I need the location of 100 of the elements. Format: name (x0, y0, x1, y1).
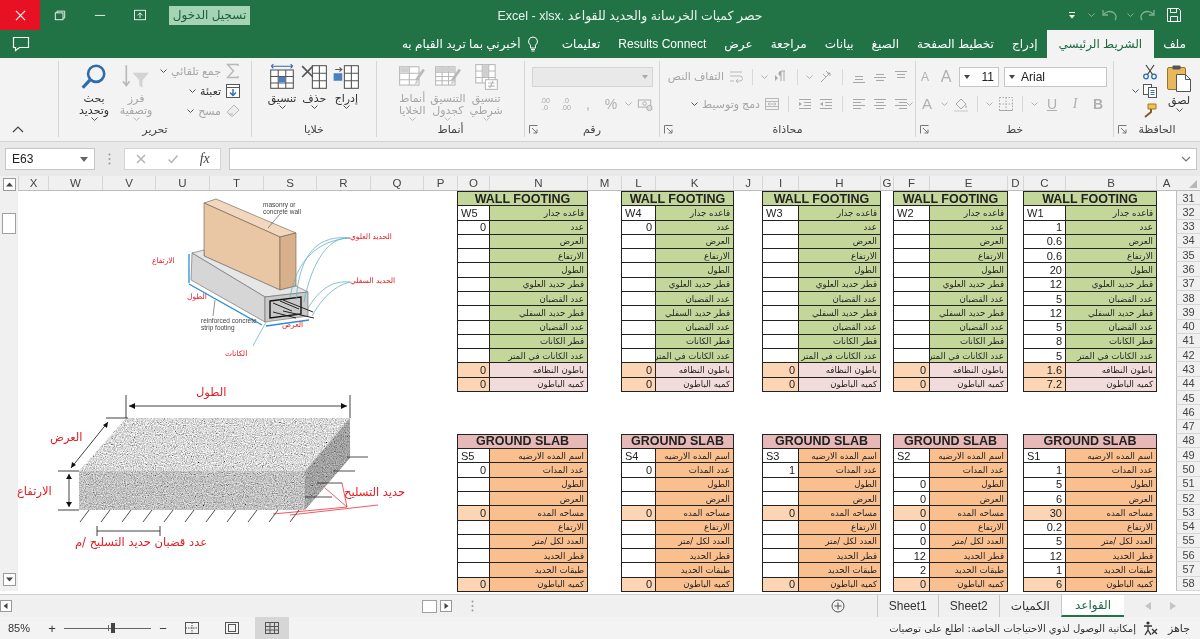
ribbon-tab[interactable]: إدراج (1002, 30, 1047, 58)
label-cell[interactable]: طبقات الحديد (798, 562, 881, 578)
label-cell[interactable]: عدد المدات (655, 462, 734, 478)
label-cell[interactable]: الطول (798, 262, 881, 278)
scroll-right-button[interactable] (440, 600, 452, 612)
column-header[interactable]: W (48, 176, 102, 190)
caret-icon[interactable] (310, 105, 318, 109)
label-cell[interactable]: عدد المدات (1065, 462, 1157, 478)
column-header[interactable]: V (102, 176, 155, 190)
insert-function-button[interactable]: fx (199, 151, 210, 167)
ribbon-tab[interactable]: عرض (715, 30, 762, 58)
save-icon[interactable] (1166, 7, 1182, 23)
column-header[interactable]: C (1023, 176, 1065, 190)
label-cell[interactable]: طبقات الحديد (1065, 562, 1157, 578)
dropdown-icon[interactable] (964, 74, 970, 79)
resize-handle-icon[interactable] (108, 153, 111, 165)
scrollbar-thumb[interactable] (2, 213, 16, 234)
column-header[interactable]: L (621, 176, 655, 190)
name-box[interactable]: E63 (5, 148, 95, 170)
label-cell[interactable]: طبقات الحديد (489, 562, 588, 578)
value-cell[interactable]: 0 (762, 362, 799, 378)
label-cell[interactable]: الطول (489, 262, 588, 278)
customize-toolbar-icon[interactable] (1068, 11, 1076, 19)
add-sheet-icon[interactable] (830, 599, 845, 613)
zoom-level[interactable]: 85% (8, 622, 31, 634)
label-cell[interactable]: عدد المدات (489, 462, 588, 478)
label-cell[interactable]: قاعده جدار (929, 205, 1008, 221)
caret-icon[interactable] (1132, 89, 1139, 93)
column-header[interactable]: E (929, 176, 1007, 190)
formula-input[interactable] (229, 148, 1197, 170)
dropdown-icon[interactable] (80, 156, 88, 162)
column-header[interactable]: K (655, 176, 733, 190)
label-cell[interactable]: باطون النظافه (798, 362, 881, 378)
ribbon-tab[interactable]: بيانات (815, 30, 863, 58)
format-cells-button[interactable]: تنسيق (267, 61, 297, 122)
label-cell[interactable]: قطر حديد السفلي (929, 305, 1008, 321)
ribbon-tab[interactable]: تعليمات (552, 30, 610, 58)
sign-in-button[interactable]: تسجيل الدخول (169, 5, 250, 25)
vertical-scrollbar[interactable] (0, 176, 18, 591)
copy-icon[interactable] (1142, 83, 1158, 99)
dialog-launcher-icon[interactable] (529, 125, 538, 134)
caret-icon[interactable] (90, 117, 98, 121)
column-header[interactable]: O (457, 176, 489, 190)
zoom-in-button[interactable]: + (46, 620, 59, 636)
ribbon-tab[interactable]: ملف (1154, 30, 1195, 58)
label-cell[interactable]: الطول (929, 262, 1008, 278)
delete-cells-button[interactable]: حذف (300, 61, 329, 122)
label-cell[interactable]: طبقات الحديد (655, 562, 734, 578)
label-cell[interactable]: قطر حديد السفلي (798, 305, 881, 321)
caret-icon[interactable] (342, 105, 350, 109)
find-select-button[interactable]: بحث وتحديد (76, 61, 113, 122)
column-header[interactable]: J (733, 176, 762, 190)
insert-cells-button[interactable]: إدراج (332, 61, 361, 122)
scroll-up-button[interactable] (2, 178, 16, 191)
label-cell[interactable]: باطون النظافه (1065, 362, 1157, 378)
column-header[interactable]: N (489, 176, 587, 190)
font-name-field[interactable]: Arial (1004, 66, 1107, 87)
ribbon-tab[interactable]: الشريط الرئيسي (1046, 30, 1155, 58)
collapse-ribbon-icon[interactable] (12, 126, 24, 133)
label-cell[interactable]: طبقات الحديد (929, 562, 1008, 578)
column-header[interactable]: M (587, 176, 621, 190)
caret-icon[interactable] (1175, 108, 1183, 112)
scrollbar-thumb[interactable] (422, 599, 437, 613)
column-header[interactable]: T (209, 176, 263, 190)
scroll-down-button[interactable] (2, 573, 16, 586)
column-header[interactable]: D (1007, 176, 1023, 190)
value-cell[interactable]: 0 (621, 362, 656, 378)
dialog-launcher-icon[interactable] (664, 125, 673, 134)
label-cell[interactable]: الطول (1065, 262, 1157, 278)
value-cell[interactable]: 0 (893, 362, 930, 378)
sheet-tab[interactable]: القواعد (1060, 595, 1124, 617)
fill-button[interactable]: تعبئة (160, 83, 241, 99)
label-cell[interactable]: قطر حديد السفلي (489, 305, 588, 321)
column-header[interactable]: P (423, 176, 457, 190)
paintbrush-icon[interactable] (1142, 102, 1158, 118)
column-header[interactable]: Q (370, 176, 423, 190)
checkmark-icon[interactable] (167, 153, 180, 165)
label-cell[interactable]: باطون النظافه (655, 362, 734, 378)
resize-handle-icon[interactable] (471, 600, 474, 612)
zoom-slider-thumb[interactable] (110, 623, 115, 633)
label-cell[interactable]: مساحه المده (798, 505, 881, 521)
column-header[interactable]: A (1156, 176, 1176, 190)
scroll-left-button[interactable] (0, 600, 12, 612)
value-cell[interactable]: 0 (893, 505, 930, 521)
column-header[interactable]: B (1065, 176, 1156, 190)
value-cell[interactable]: 1.6 (1023, 362, 1066, 378)
ribbon-tab[interactable]: الصيغ (862, 30, 908, 58)
column-header[interactable]: U (155, 176, 209, 190)
label-cell[interactable]: قاعده جدار (655, 205, 734, 221)
ribbon-tab[interactable]: مراجعة (761, 30, 816, 58)
dialog-launcher-icon[interactable] (920, 125, 929, 134)
label-cell[interactable]: مساحه المده (929, 505, 1008, 521)
label-cell[interactable]: قاعده جدار (798, 205, 881, 221)
value-cell[interactable]: 0 (457, 505, 490, 521)
accessibility-icon[interactable] (1141, 620, 1158, 636)
value-cell[interactable]: 30 (1023, 505, 1066, 521)
caret-icon[interactable] (189, 89, 197, 93)
font-size-field[interactable]: 11 (959, 66, 999, 87)
column-header[interactable]: I (762, 176, 798, 190)
accessibility-status[interactable]: إمكانية الوصول لذوي الاحتياجات الخاصة: اطلع على توصيات (889, 622, 1136, 634)
